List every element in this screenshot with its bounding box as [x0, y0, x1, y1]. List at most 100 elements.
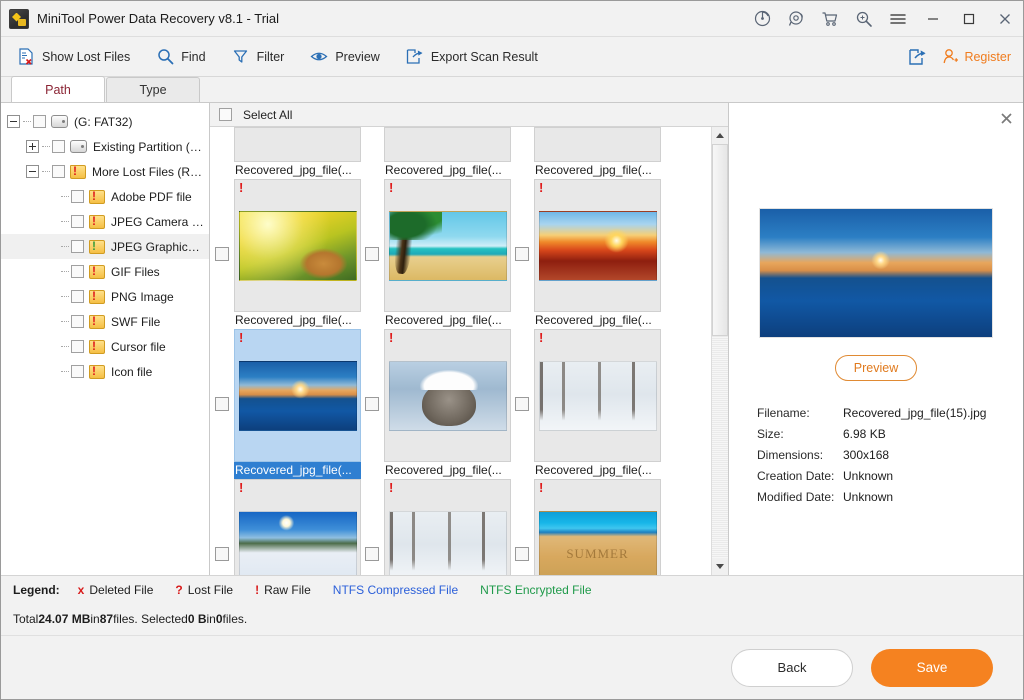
- disk-scan-icon[interactable]: [745, 1, 779, 36]
- metadata-row: Dimensions:300x168: [757, 444, 1023, 465]
- cart-icon[interactable]: [813, 1, 847, 36]
- file-list-pane: Select All Recovered_jpg_file(...Recover…: [210, 103, 729, 575]
- tab-type[interactable]: Type: [106, 77, 200, 102]
- maximize-button[interactable]: [951, 1, 987, 36]
- window-title: MiniTool Power Data Recovery v8.1 - Tria…: [37, 11, 279, 26]
- scroll-up-button[interactable]: [712, 127, 728, 144]
- tree-node-checkbox[interactable]: [71, 215, 84, 228]
- tree-node[interactable]: JPEG Graphics ...: [1, 234, 209, 259]
- tree-node[interactable]: Cursor file: [1, 334, 209, 359]
- file-checkbox[interactable]: [215, 397, 229, 411]
- tree-node-checkbox[interactable]: [71, 240, 84, 253]
- collapse-node-button[interactable]: [26, 165, 39, 178]
- tree-node[interactable]: JPEG Camera file: [1, 209, 209, 234]
- file-thumbnail-cell[interactable]: !Recovered_jpg_file(...: [211, 329, 361, 479]
- file-name-label: Recovered_jpg_file(...: [384, 312, 511, 329]
- raw-file-marker-icon: !: [539, 481, 543, 494]
- file-checkbox[interactable]: [515, 247, 529, 261]
- tree-node[interactable]: GIF Files: [1, 259, 209, 284]
- tree-node[interactable]: PNG Image: [1, 284, 209, 309]
- drive-icon: [70, 140, 87, 153]
- back-button[interactable]: Back: [731, 649, 853, 687]
- support-icon[interactable]: [779, 1, 813, 36]
- tree-node[interactable]: More Lost Files (RA...: [1, 159, 209, 184]
- scroll-track[interactable]: [712, 144, 728, 558]
- select-all-checkbox[interactable]: [219, 108, 232, 121]
- folder-raw-icon: [89, 240, 105, 254]
- footer-bar: Back Save: [1, 635, 1023, 699]
- tree-node-checkbox[interactable]: [52, 165, 65, 178]
- tree-node-checkbox[interactable]: [71, 190, 84, 203]
- tree-node[interactable]: SWF File: [1, 309, 209, 334]
- find-button[interactable]: Find: [152, 44, 217, 70]
- file-name-label: Recovered_jpg_file(...: [234, 312, 361, 329]
- file-checkbox[interactable]: [365, 397, 379, 411]
- preview-image-frame: [759, 208, 993, 338]
- select-all-label: Select All: [243, 108, 292, 122]
- export-scan-result-button[interactable]: Export Scan Result: [402, 44, 550, 70]
- metadata-row: Creation Date:Unknown: [757, 465, 1023, 486]
- file-name-label: Recovered_jpg_file(...: [234, 162, 361, 179]
- ntfs-compressed-label: NTFS Compressed File: [333, 583, 458, 597]
- file-thumbnail-cell[interactable]: Recovered_jpg_file(...: [511, 127, 661, 179]
- file-checkbox[interactable]: [215, 247, 229, 261]
- tree-node-checkbox[interactable]: [71, 340, 84, 353]
- file-thumbnail-cell[interactable]: Recovered_jpg_file(...: [211, 127, 361, 179]
- file-thumbnail-cell[interactable]: !: [211, 479, 361, 575]
- minimize-button[interactable]: [915, 1, 951, 36]
- preview-open-button[interactable]: Preview: [835, 355, 917, 381]
- preview-image: [760, 209, 992, 337]
- collapse-node-button[interactable]: [7, 115, 20, 128]
- share-icon[interactable]: [907, 47, 927, 67]
- file-thumbnail-cell[interactable]: Recovered_jpg_file(...: [361, 127, 511, 179]
- eye-icon: [310, 48, 328, 66]
- scroll-down-button[interactable]: [712, 558, 728, 575]
- file-thumbnail-cell[interactable]: !: [511, 479, 661, 575]
- tree-node[interactable]: Adobe PDF file: [1, 184, 209, 209]
- tree-node-checkbox[interactable]: [71, 365, 84, 378]
- file-thumbnail-cell[interactable]: !Recovered_jpg_file(...: [511, 329, 661, 479]
- file-checkbox[interactable]: [365, 247, 379, 261]
- ntfs-encrypted-label: NTFS Encrypted File: [480, 583, 591, 597]
- show-lost-files-button[interactable]: Show Lost Files: [13, 44, 142, 70]
- file-thumbnail-cell[interactable]: !: [361, 479, 511, 575]
- file-checkbox[interactable]: [365, 547, 379, 561]
- close-button[interactable]: [987, 1, 1023, 36]
- main-toolbar: Show Lost Files Find Filter Preview Expo…: [1, 37, 1023, 77]
- tree-node-label: GIF Files: [111, 265, 160, 279]
- scroll-thumb[interactable]: [712, 144, 728, 336]
- save-button[interactable]: Save: [871, 649, 993, 687]
- expand-node-button[interactable]: [26, 140, 39, 153]
- tab-path[interactable]: Path: [11, 76, 105, 102]
- close-icon[interactable]: [997, 109, 1015, 127]
- thumbnail-box: !: [384, 479, 511, 575]
- thumbnail-box: !: [384, 329, 511, 462]
- file-checkbox[interactable]: [215, 547, 229, 561]
- tree-guide-line: [61, 246, 69, 247]
- menu-icon[interactable]: [881, 1, 915, 36]
- status-selected-count: 0: [216, 612, 223, 626]
- search-icon[interactable]: [847, 1, 881, 36]
- filter-button[interactable]: Filter: [228, 44, 297, 70]
- tree-node-checkbox[interactable]: [71, 290, 84, 303]
- file-thumbnail-cell[interactable]: !Recovered_jpg_file(...: [361, 329, 511, 479]
- file-thumbnail-cell[interactable]: !Recovered_jpg_file(...: [361, 179, 511, 329]
- file-checkbox[interactable]: [515, 397, 529, 411]
- tree-node-checkbox[interactable]: [33, 115, 46, 128]
- tree-node[interactable]: Icon file: [1, 359, 209, 384]
- tree-node[interactable]: Existing Partition (F...: [1, 134, 209, 159]
- tree-node-checkbox[interactable]: [71, 315, 84, 328]
- title-bar: MiniTool Power Data Recovery v8.1 - Tria…: [1, 1, 1023, 37]
- tree-node[interactable]: (G: FAT32): [1, 109, 209, 134]
- tree-node-checkbox[interactable]: [52, 140, 65, 153]
- metadata-key: Creation Date:: [757, 469, 843, 483]
- file-thumbnail-cell[interactable]: !Recovered_jpg_file(...: [511, 179, 661, 329]
- user-add-icon: [941, 48, 959, 66]
- tree-node-checkbox[interactable]: [71, 265, 84, 278]
- file-thumbnail-cell[interactable]: !Recovered_jpg_file(...: [211, 179, 361, 329]
- register-button[interactable]: Register: [941, 48, 1011, 66]
- status-selected-suffix: files.: [223, 612, 248, 626]
- file-checkbox[interactable]: [515, 547, 529, 561]
- file-list-scrollbar[interactable]: [711, 127, 728, 575]
- preview-button[interactable]: Preview: [306, 44, 391, 70]
